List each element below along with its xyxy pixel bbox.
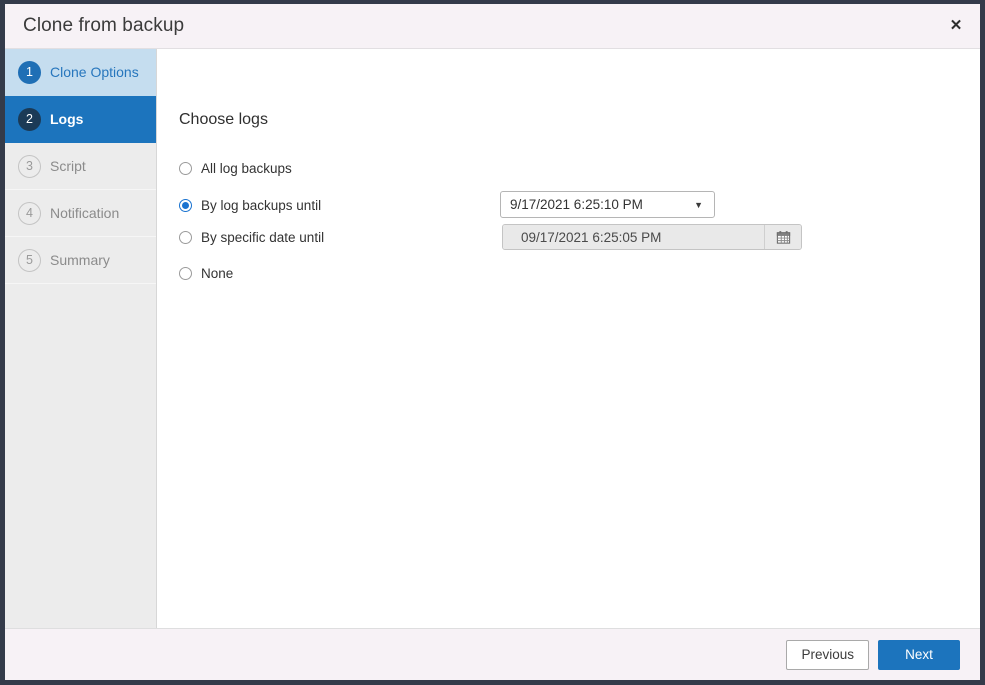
close-icon[interactable]: ✕	[940, 10, 972, 40]
sidebar-item-label: Clone Options	[50, 64, 139, 80]
dialog-body: 1 Clone Options 2 Logs 3 Script 4 Notifi…	[5, 49, 980, 628]
clone-from-backup-dialog: Clone from backup ✕ 1 Clone Options 2 Lo…	[0, 0, 985, 685]
page-title: Choose logs	[179, 111, 268, 129]
sidebar-item-label: Notification	[50, 205, 119, 221]
calendar-icon	[776, 230, 791, 245]
calendar-picker-button[interactable]	[765, 225, 801, 249]
next-button[interactable]: Next	[878, 640, 960, 670]
sidebar-item-label: Script	[50, 158, 86, 174]
option-label: None	[201, 266, 233, 281]
option-label: By specific date until	[201, 230, 324, 245]
sidebar-item-label: Logs	[50, 111, 83, 127]
step-number-badge: 3	[18, 155, 41, 178]
option-all-log-backups[interactable]: All log backups	[179, 161, 292, 176]
log-backup-select[interactable]: 9/17/2021 6:25:10 PM ▼	[500, 191, 715, 218]
sidebar-item-logs[interactable]: 2 Logs	[5, 96, 156, 143]
radio-by-specific-date-until[interactable]	[179, 231, 192, 244]
option-by-specific-date-until[interactable]: By specific date until	[179, 230, 324, 245]
dialog-footer: Previous Next	[5, 628, 980, 680]
radio-by-log-backups-until[interactable]	[179, 199, 192, 212]
step-number-badge: 5	[18, 249, 41, 272]
option-none[interactable]: None	[179, 266, 233, 281]
previous-button[interactable]: Previous	[786, 640, 869, 670]
logs-step-content: Choose logs All log backups By log backu…	[157, 49, 980, 628]
sidebar-item-label: Summary	[50, 252, 110, 268]
option-by-log-backups-until[interactable]: By log backups until	[179, 198, 321, 213]
option-label: By log backups until	[201, 198, 321, 213]
sidebar-item-clone-options[interactable]: 1 Clone Options	[5, 49, 156, 96]
option-label: All log backups	[201, 161, 292, 176]
step-number-badge: 2	[18, 108, 41, 131]
specific-date-input[interactable]: 09/17/2021 6:25:05 PM	[503, 225, 765, 249]
dialog-title: Clone from backup	[5, 15, 184, 37]
wizard-step-sidebar: 1 Clone Options 2 Logs 3 Script 4 Notifi…	[5, 49, 157, 628]
specific-date-field[interactable]: 09/17/2021 6:25:05 PM	[502, 224, 802, 250]
sidebar-item-summary[interactable]: 5 Summary	[5, 237, 156, 284]
step-number-badge: 1	[18, 61, 41, 84]
dialog-titlebar: Clone from backup ✕	[5, 4, 980, 49]
chevron-down-icon: ▼	[694, 200, 714, 210]
step-number-badge: 4	[18, 202, 41, 225]
sidebar-item-notification[interactable]: 4 Notification	[5, 190, 156, 237]
radio-all-log-backups[interactable]	[179, 162, 192, 175]
radio-none[interactable]	[179, 267, 192, 280]
log-backup-select-value: 9/17/2021 6:25:10 PM	[501, 197, 694, 212]
sidebar-item-script[interactable]: 3 Script	[5, 143, 156, 190]
